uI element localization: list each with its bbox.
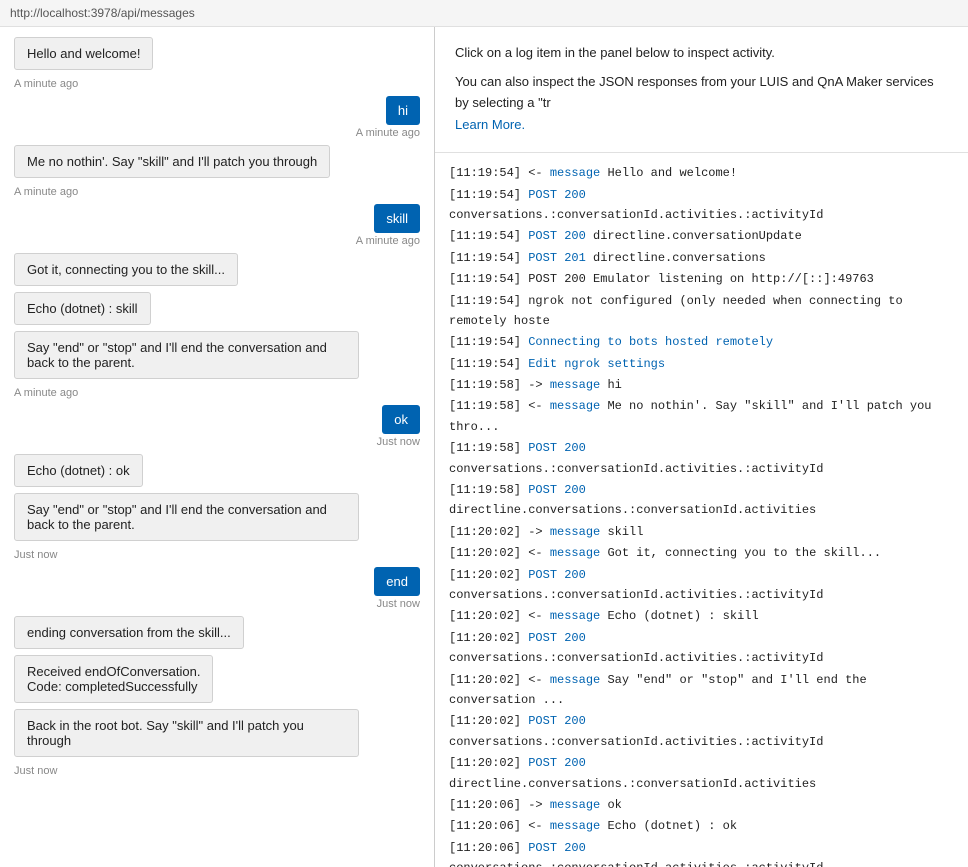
log-link[interactable]: message bbox=[550, 166, 600, 180]
log-line[interactable]: [11:19:54] <- message Hello and welcome! bbox=[449, 163, 954, 183]
timestamp: Just now bbox=[14, 549, 57, 561]
user-bubble: ok bbox=[382, 405, 420, 434]
log-link[interactable]: POST 200 bbox=[528, 631, 586, 645]
log-link[interactable]: POST 200 bbox=[528, 441, 586, 455]
user-message-wrap: skill A minute ago bbox=[14, 204, 420, 247]
bot-bubble: ending conversation from the skill... bbox=[14, 616, 244, 649]
log-line[interactable]: [11:20:06] POST 200 conversations.:conve… bbox=[449, 838, 954, 867]
info-line1: Click on a log item in the panel below t… bbox=[455, 43, 948, 64]
user-message-wrap: end Just now bbox=[14, 567, 420, 610]
bot-bubble: Got it, connecting you to the skill... bbox=[14, 253, 238, 286]
url-display: http://localhost:3978/api/messages bbox=[10, 6, 195, 20]
log-link[interactable]: POST 200 bbox=[528, 568, 586, 582]
log-line[interactable]: [11:20:02] POST 200 conversations.:conve… bbox=[449, 565, 954, 606]
timestamp: Just now bbox=[14, 765, 57, 777]
user-message-wrap: ok Just now bbox=[14, 405, 420, 448]
log-link[interactable]: message bbox=[550, 673, 600, 687]
bot-bubble: Back in the root bot. Say "skill" and I'… bbox=[14, 709, 359, 757]
log-line[interactable]: [11:19:58] POST 200 directline.conversat… bbox=[449, 480, 954, 521]
main-layout: Hello and welcome! A minute ago hi A minute… bbox=[0, 27, 968, 867]
log-link[interactable]: POST 200 bbox=[528, 714, 586, 728]
bot-bubble: Say "end" or "stop" and I'll end the con… bbox=[14, 493, 359, 541]
timestamp: Just now bbox=[377, 598, 420, 610]
user-bubble: skill bbox=[374, 204, 420, 233]
user-bubble: end bbox=[374, 567, 420, 596]
timestamp: A minute ago bbox=[14, 186, 78, 198]
top-bar: http://localhost:3978/api/messages bbox=[0, 0, 968, 27]
log-line[interactable]: [11:20:02] <- message Echo (dotnet) : sk… bbox=[449, 606, 954, 626]
log-link[interactable]: message bbox=[550, 378, 600, 392]
log-link[interactable]: POST 200 bbox=[528, 229, 586, 243]
bot-bubble: Received endOfConversation. Code: comple… bbox=[14, 655, 213, 703]
log-link[interactable]: message bbox=[550, 609, 600, 623]
log-line: [11:19:54] ngrok not configured (only ne… bbox=[449, 291, 954, 332]
bot-bubble: Echo (dotnet) : ok bbox=[14, 454, 143, 487]
log-line[interactable]: [11:20:02] <- message Say "end" or "stop… bbox=[449, 670, 954, 711]
learn-more-link[interactable]: Learn More. bbox=[455, 117, 525, 132]
log-line[interactable]: [11:19:54] Connecting to bots hosted rem… bbox=[449, 332, 954, 352]
timestamp: A minute ago bbox=[356, 235, 420, 247]
bot-bubble: Hello and welcome! bbox=[14, 37, 153, 70]
log-line[interactable]: [11:19:58] -> message hi bbox=[449, 375, 954, 395]
log-panel[interactable]: [11:19:54] <- message Hello and welcome!… bbox=[435, 153, 968, 867]
log-link[interactable]: POST 200 bbox=[528, 483, 586, 497]
log-line: [11:19:54] POST 200 Emulator listening o… bbox=[449, 269, 954, 289]
bot-bubble: Echo (dotnet) : skill bbox=[14, 292, 151, 325]
user-message-wrap: hi A minute ago bbox=[14, 96, 420, 139]
log-link[interactable]: message bbox=[550, 798, 600, 812]
log-line[interactable]: [11:19:58] <- message Me no nothin'. Say… bbox=[449, 396, 954, 437]
info-section: Click on a log item in the panel below t… bbox=[435, 27, 968, 153]
log-line[interactable]: [11:20:02] -> message skill bbox=[449, 522, 954, 542]
log-link[interactable]: POST 200 bbox=[528, 188, 586, 202]
log-link[interactable]: Edit ngrok settings bbox=[528, 357, 665, 371]
log-link[interactable]: Connecting to bots hosted remotely bbox=[528, 335, 773, 349]
log-line[interactable]: [11:19:54] Edit ngrok settings bbox=[449, 354, 954, 374]
log-line[interactable]: [11:19:54] POST 200 directline.conversat… bbox=[449, 226, 954, 246]
log-line[interactable]: [11:20:02] POST 200 conversations.:conve… bbox=[449, 711, 954, 752]
log-line[interactable]: [11:20:02] POST 200 conversations.:conve… bbox=[449, 628, 954, 669]
log-line[interactable]: [11:19:54] POST 201 directline.conversat… bbox=[449, 248, 954, 268]
user-bubble: hi bbox=[386, 96, 420, 125]
right-panel: Click on a log item in the panel below t… bbox=[435, 27, 968, 867]
learn-more-wrap: Learn More. bbox=[455, 115, 948, 136]
timestamp: A minute ago bbox=[14, 78, 78, 90]
log-line[interactable]: [11:19:58] POST 200 conversations.:conve… bbox=[449, 438, 954, 479]
info-line2: You can also inspect the JSON responses … bbox=[455, 72, 948, 114]
timestamp: Just now bbox=[377, 436, 420, 448]
log-line[interactable]: [11:20:06] -> message ok bbox=[449, 795, 954, 815]
log-link[interactable]: message bbox=[550, 525, 600, 539]
bot-bubble: Say "end" or "stop" and I'll end the con… bbox=[14, 331, 359, 379]
log-link[interactable]: message bbox=[550, 819, 600, 833]
log-link[interactable]: message bbox=[550, 399, 600, 413]
log-link[interactable]: POST 200 bbox=[528, 756, 586, 770]
log-line[interactable]: [11:20:02] <- message Got it, connecting… bbox=[449, 543, 954, 563]
timestamp: A minute ago bbox=[14, 387, 78, 399]
log-link[interactable]: POST 200 bbox=[528, 841, 586, 855]
log-line[interactable]: [11:20:02] POST 200 directline.conversat… bbox=[449, 753, 954, 794]
log-link[interactable]: POST 201 bbox=[528, 251, 586, 265]
chat-panel[interactable]: Hello and welcome! A minute ago hi A minute… bbox=[0, 27, 435, 867]
timestamp: A minute ago bbox=[356, 127, 420, 139]
log-line[interactable]: [11:19:54] POST 200 conversations.:conve… bbox=[449, 185, 954, 226]
log-link[interactable]: message bbox=[550, 546, 600, 560]
log-line[interactable]: [11:20:06] <- message Echo (dotnet) : ok bbox=[449, 816, 954, 836]
bot-bubble: Me no nothin'. Say "skill" and I'll patc… bbox=[14, 145, 330, 178]
